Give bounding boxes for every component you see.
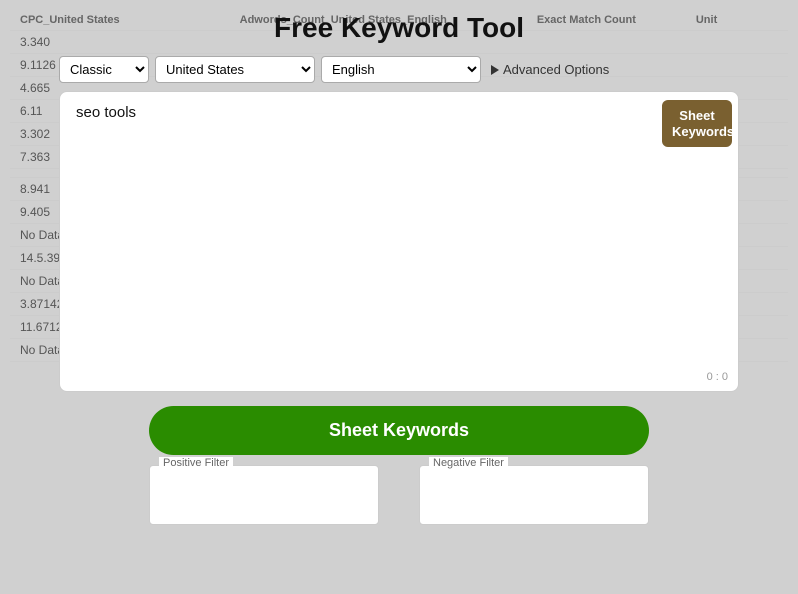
arrow-right-icon <box>491 65 499 75</box>
input-panel: seo tools X Sheet Keywords 0 : 0 <box>59 91 739 392</box>
filter-row: Positive Filter Negative Filter <box>149 465 649 530</box>
advanced-options-button[interactable]: Advanced Options <box>491 62 609 77</box>
positive-filter-box: Positive Filter <box>149 465 379 530</box>
char-count: 0 : 0 <box>707 371 728 383</box>
country-select[interactable]: United States <box>155 56 315 83</box>
advanced-options-label: Advanced Options <box>503 62 609 77</box>
mode-select[interactable]: Classic <box>59 56 149 83</box>
language-select[interactable]: English <box>321 56 481 83</box>
positive-filter-input[interactable] <box>149 465 379 525</box>
keyword-input[interactable]: seo tools <box>76 104 688 374</box>
negative-filter-input[interactable] <box>419 465 649 525</box>
sheet-keywords-main-button[interactable]: Sheet Keywords <box>149 406 649 455</box>
toolbar: Classic United States English Advanced O… <box>59 52 739 87</box>
overlay-panel: Free Keyword Tool Classic United States … <box>0 0 798 594</box>
positive-filter-label: Positive Filter <box>159 457 233 469</box>
page-title: Free Keyword Tool <box>0 0 798 52</box>
sheet-keywords-small-button[interactable]: Sheet Keywords <box>662 100 732 147</box>
negative-filter-label: Negative Filter <box>429 457 508 469</box>
negative-filter-box: Negative Filter <box>419 465 649 530</box>
